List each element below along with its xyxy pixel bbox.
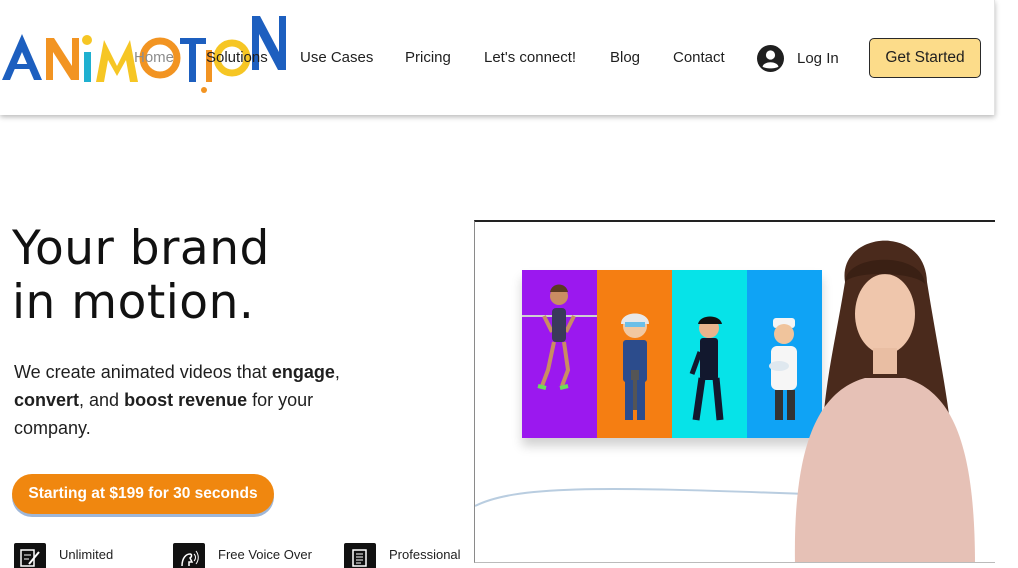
- feature-professional-scripts: Professional Scripts: [344, 543, 484, 568]
- panel-purple: [522, 270, 597, 438]
- login-label: Log In: [797, 49, 839, 67]
- desc-emphasis-engage: engage: [271, 362, 335, 382]
- promo-video[interactable]: [474, 220, 995, 563]
- presenter-image: [794, 240, 975, 562]
- feature-label: Unlimited Revisions: [59, 547, 115, 568]
- user-icon: [757, 44, 784, 72]
- desc-text: , and: [79, 390, 125, 410]
- voice-icon: [173, 543, 205, 568]
- feature-free-voice-over: Free Voice Over Talent: [173, 543, 313, 568]
- agent-character-image: [689, 316, 724, 421]
- site-header: Home Solutions Use Cases Pricing Let's c…: [0, 0, 995, 115]
- feature-label: Free Voice Over Talent: [218, 547, 312, 568]
- nav-use-cases[interactable]: Use Cases: [300, 49, 373, 66]
- hero-title-line1: Your brand: [12, 221, 270, 276]
- script-icon: [344, 543, 376, 568]
- get-started-button[interactable]: Get Started: [869, 38, 981, 78]
- hero-title: Your brand in motion.: [12, 222, 270, 330]
- hero-title-line2: in motion.: [12, 275, 255, 330]
- nav-lets-connect[interactable]: Let's connect!: [484, 49, 576, 66]
- nav-home[interactable]: Home: [134, 49, 174, 66]
- construction-worker-image: [621, 313, 649, 420]
- desc-emphasis-boost-revenue: boost revenue: [124, 390, 248, 410]
- nav-contact[interactable]: Contact: [673, 49, 725, 66]
- login-button[interactable]: Log In: [757, 44, 839, 72]
- pricing-cta-button[interactable]: Starting at $199 for 30 seconds: [12, 474, 274, 514]
- desc-emphasis-convert: convert: [14, 390, 80, 410]
- athlete-character-image: [522, 284, 597, 390]
- hero-description: We create animated videos that engage, c…: [14, 358, 394, 442]
- panel-orange: [597, 270, 672, 438]
- desc-text: We create animated videos that: [14, 362, 272, 382]
- nav-solutions[interactable]: Solutions: [206, 49, 268, 66]
- desc-text: ,: [334, 362, 340, 382]
- nav-pricing[interactable]: Pricing: [405, 49, 451, 66]
- edit-document-icon: [14, 543, 46, 568]
- decorative-swoosh: [475, 488, 805, 507]
- nav-blog[interactable]: Blog: [610, 49, 640, 66]
- panel-cyan: [672, 270, 747, 438]
- feature-label: Professional Scripts: [389, 547, 461, 568]
- feature-unlimited-revisions: Unlimited Revisions: [14, 543, 154, 568]
